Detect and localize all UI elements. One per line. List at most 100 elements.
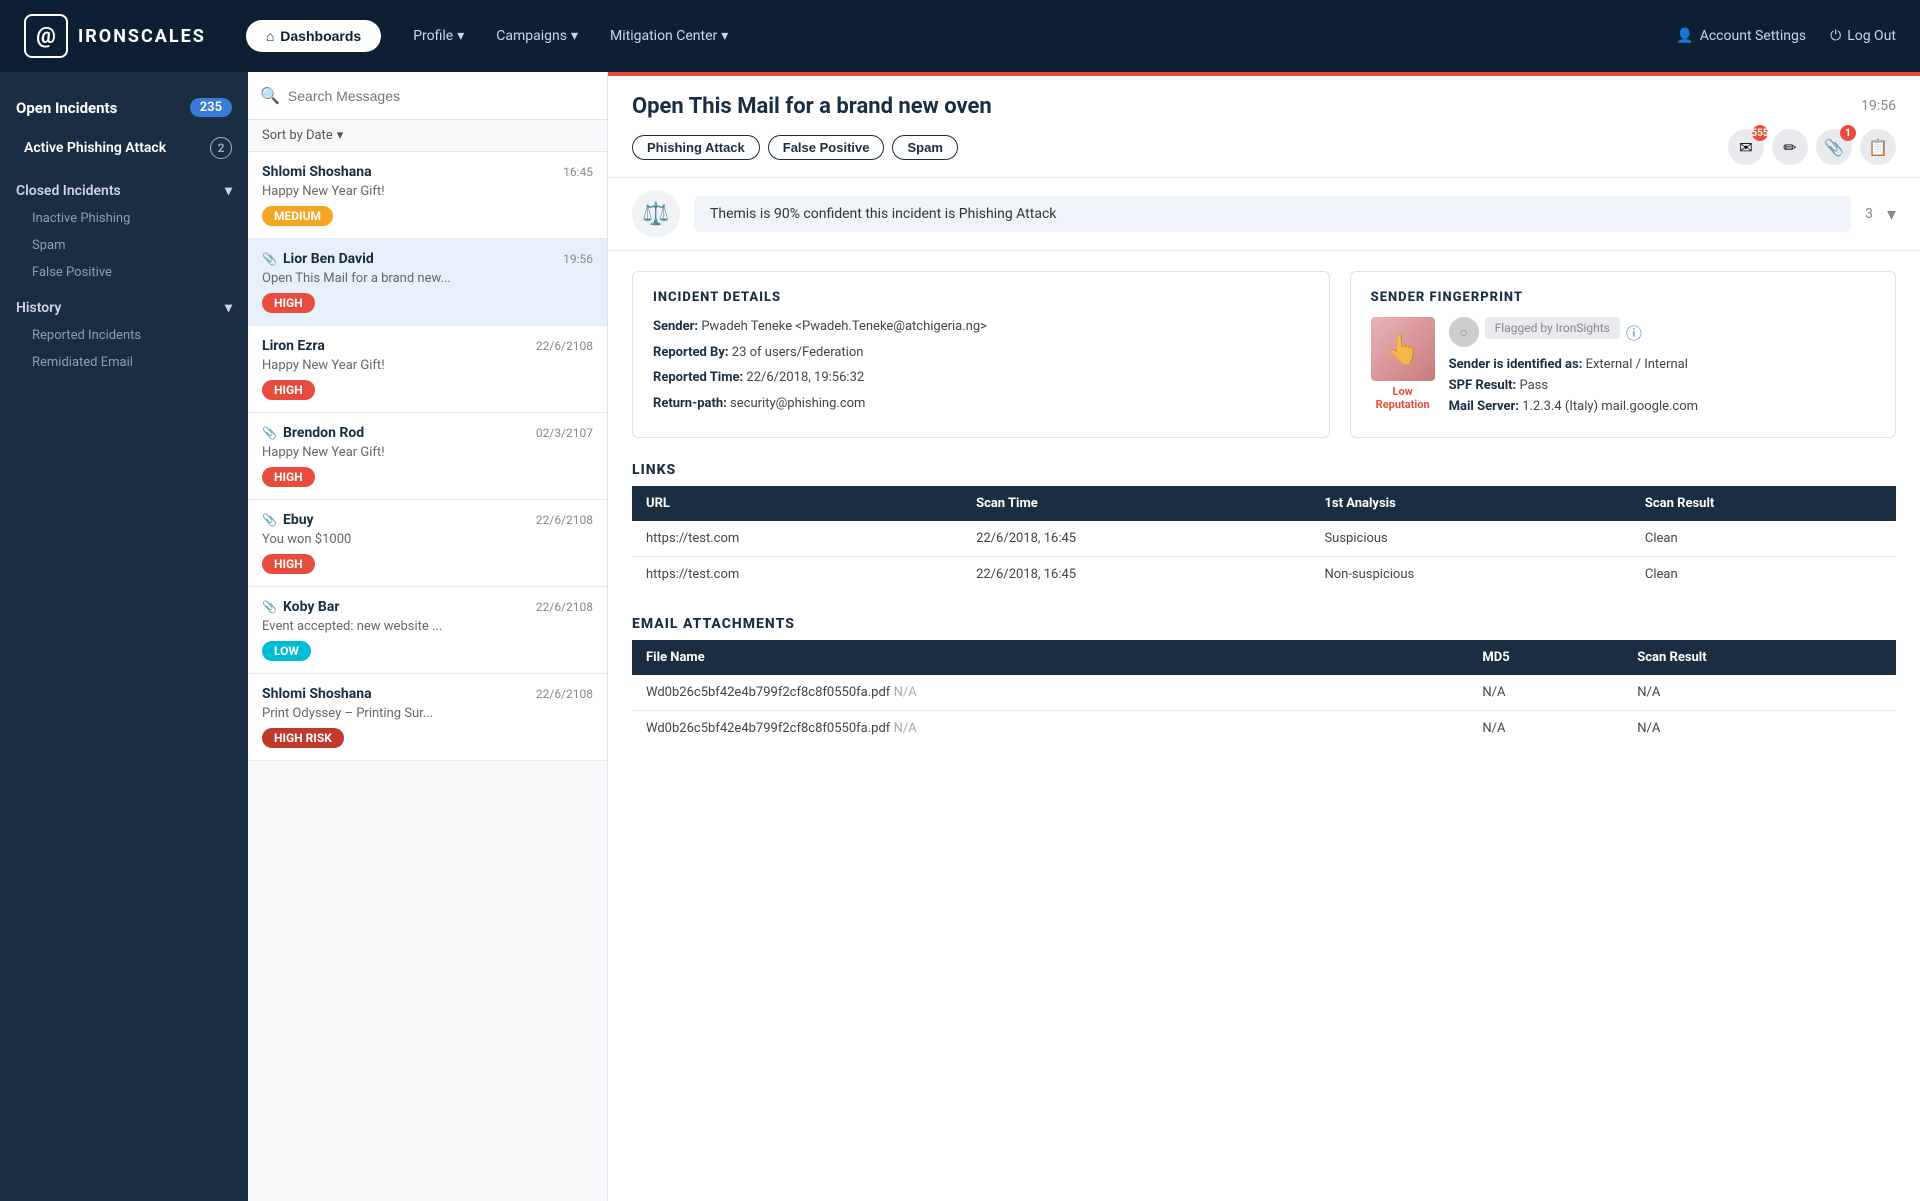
message-item[interactable]: 📎 Koby Bar 22/6/2108 Event accepted: new…: [248, 587, 607, 674]
message-time: 19:56: [563, 252, 593, 266]
reputation-label: LowReputation: [1376, 385, 1430, 411]
attachments-section-title: EMAIL ATTACHMENTS: [632, 616, 1896, 632]
themis-logo: ⚖️: [632, 190, 680, 238]
message-list: Shlomi Shoshana 16:45 Happy New Year Gif…: [248, 152, 607, 1201]
link-url: https://test.com: [632, 557, 962, 593]
message-sender: Shlomi Shoshana: [262, 686, 372, 702]
message-time: 22/6/2108: [536, 339, 593, 353]
clip-icon: 📎: [262, 252, 277, 266]
email-badge: 555: [1752, 125, 1768, 141]
message-item[interactable]: 📎 Ebuy 22/6/2108 You won $1000 HIGH: [248, 500, 607, 587]
attachment-icon-button[interactable]: 📎 1: [1816, 129, 1852, 165]
message-item[interactable]: 📎 Brendon Rod 02/3/2107 Happy New Year G…: [248, 413, 607, 500]
att-col-md5: MD5: [1468, 640, 1623, 675]
link-scan-time: 22/6/2018, 16:45: [962, 557, 1310, 593]
message-badge: HIGH: [262, 554, 315, 574]
account-settings-link[interactable]: 👤 Account Settings: [1676, 28, 1806, 44]
incident-details-title: INCIDENT DETAILS: [653, 290, 1309, 305]
message-sender: 📎 Koby Bar: [262, 599, 339, 615]
nav-right: 👤 Account Settings ⏻ Log Out: [1676, 28, 1896, 44]
link-result: Clean: [1631, 557, 1896, 593]
message-time: 02/3/2107: [536, 426, 593, 440]
message-badge: LOW: [262, 641, 311, 661]
home-icon: ⌂: [266, 28, 274, 44]
att-col-result: Scan Result: [1623, 640, 1896, 675]
history-group[interactable]: History ▾: [0, 286, 248, 322]
mitigation-center-nav-link[interactable]: Mitigation Center ▾: [610, 28, 728, 44]
notes-icon: 📋: [1868, 138, 1888, 157]
detail-tags: Phishing Attack False Positive Spam ✉ 55…: [632, 129, 1896, 165]
attachments-table: File Name MD5 Scan Result Wd0b26c5bf42e4…: [632, 640, 1896, 746]
att-filename: Wd0b26c5bf42e4b799f2cf8c8f0550fa.pdf N/A: [632, 711, 1468, 747]
info-icon[interactable]: ⓘ: [1626, 320, 1642, 344]
message-badge: HIGH: [262, 467, 315, 487]
incident-reported-time: Reported Time: 22/6/2018, 19:56:32: [653, 368, 1309, 388]
notes-icon-button[interactable]: 📋: [1860, 129, 1896, 165]
link-result: Clean: [1631, 521, 1896, 557]
link-analysis: Suspicious: [1310, 521, 1630, 557]
att-md5: N/A: [1468, 711, 1623, 747]
logo-icon: @: [24, 14, 68, 58]
chevron-down-icon: ▾: [337, 128, 344, 143]
tag-false-positive[interactable]: False Positive: [768, 135, 885, 160]
main-layout: Open Incidents 235 Active Phishing Attac…: [0, 72, 1920, 1201]
message-time: 22/6/2108: [536, 513, 593, 527]
message-item[interactable]: Shlomi Shoshana 16:45 Happy New Year Gif…: [248, 152, 607, 239]
dashboards-nav-button[interactable]: ⌂ Dashboards: [246, 20, 381, 52]
detail-title: Open This Mail for a brand new oven: [632, 94, 992, 119]
themis-expand-icon[interactable]: ▾: [1887, 204, 1896, 225]
email-icon: ✉: [1739, 138, 1752, 157]
sidebar: Open Incidents 235 Active Phishing Attac…: [0, 72, 248, 1201]
incident-reported-by: Reported By: 23 of users/Federation: [653, 343, 1309, 363]
message-badge: HIGH: [262, 293, 315, 313]
fp-inner: 👆 LowReputation ○ Flagged by IronSights …: [1371, 317, 1875, 417]
message-badge: MEDIUM: [262, 206, 333, 226]
message-sender: 📎 Lior Ben David: [262, 251, 374, 267]
detail-action-icons: ✉ 555 ✏ 📎 1 📋: [1728, 129, 1896, 165]
sidebar-item-spam[interactable]: Spam: [0, 232, 248, 259]
chevron-down-icon: ▾: [721, 28, 728, 44]
message-item[interactable]: Liron Ezra 22/6/2108 Happy New Year Gift…: [248, 326, 607, 413]
search-bar: 🔍: [248, 72, 607, 120]
attachment-badge: 1: [1840, 125, 1856, 141]
message-sender: Liron Ezra: [262, 338, 325, 354]
fp-info: Sender is identified as: External / Inte…: [1449, 355, 1875, 417]
message-time: 16:45: [563, 165, 593, 179]
att-filename: Wd0b26c5bf42e4b799f2cf8c8f0550fa.pdf N/A: [632, 675, 1468, 711]
table-row: Wd0b26c5bf42e4b799f2cf8c8f0550fa.pdf N/A…: [632, 711, 1896, 747]
sidebar-item-inactive-phishing[interactable]: Inactive Phishing: [0, 205, 248, 232]
topnav: @ IRONSCALES ⌂ Dashboards Profile ▾ Camp…: [0, 0, 1920, 72]
tag-spam[interactable]: Spam: [892, 135, 957, 160]
fp-right-content: ○ Flagged by IronSights ⓘ Sender is iden…: [1449, 317, 1875, 417]
sort-bar[interactable]: Sort by Date ▾: [248, 120, 607, 152]
flagged-bar: Flagged by IronSights: [1485, 317, 1620, 339]
themis-bar: ⚖️ Themis is 90% confident this incident…: [608, 178, 1920, 251]
chevron-down-icon: ▾: [225, 300, 232, 316]
edit-icon-button[interactable]: ✏: [1772, 129, 1808, 165]
incident-return-path: Return-path: security@phishing.com: [653, 394, 1309, 414]
sidebar-item-remidiated-email[interactable]: Remidiated Email: [0, 349, 248, 376]
message-item[interactable]: 📎 Lior Ben David 19:56 Open This Mail fo…: [248, 239, 607, 326]
message-sender: 📎 Ebuy: [262, 512, 314, 528]
logo: @ IRONSCALES: [24, 14, 206, 58]
links-col-result: Scan Result: [1631, 486, 1896, 521]
closed-incidents-group[interactable]: Closed Incidents ▾: [0, 169, 248, 205]
fingerprint-icon: 👆: [1385, 333, 1420, 366]
tag-phishing-attack[interactable]: Phishing Attack: [632, 135, 760, 160]
message-preview: Open This Mail for a brand new...: [262, 271, 593, 286]
sidebar-item-active-phishing[interactable]: Active Phishing Attack 2: [0, 127, 248, 169]
logout-link[interactable]: ⏻ Log Out: [1830, 28, 1896, 44]
link-scan-time: 22/6/2018, 16:45: [962, 521, 1310, 557]
table-row: Wd0b26c5bf42e4b799f2cf8c8f0550fa.pdf N/A…: [632, 675, 1896, 711]
campaigns-nav-link[interactable]: Campaigns ▾: [496, 28, 578, 44]
sidebar-item-reported-incidents[interactable]: Reported Incidents: [0, 322, 248, 349]
profile-nav-link[interactable]: Profile ▾: [413, 28, 464, 44]
clip-icon: 📎: [262, 426, 277, 440]
email-icon-button[interactable]: ✉ 555: [1728, 129, 1764, 165]
sidebar-item-false-positive[interactable]: False Positive: [0, 259, 248, 286]
search-input[interactable]: [288, 88, 595, 104]
search-icon: 🔍: [260, 86, 280, 105]
link-url: https://test.com: [632, 521, 962, 557]
message-item[interactable]: Shlomi Shoshana 22/6/2108 Print Odyssey …: [248, 674, 607, 761]
att-md5: N/A: [1468, 675, 1623, 711]
